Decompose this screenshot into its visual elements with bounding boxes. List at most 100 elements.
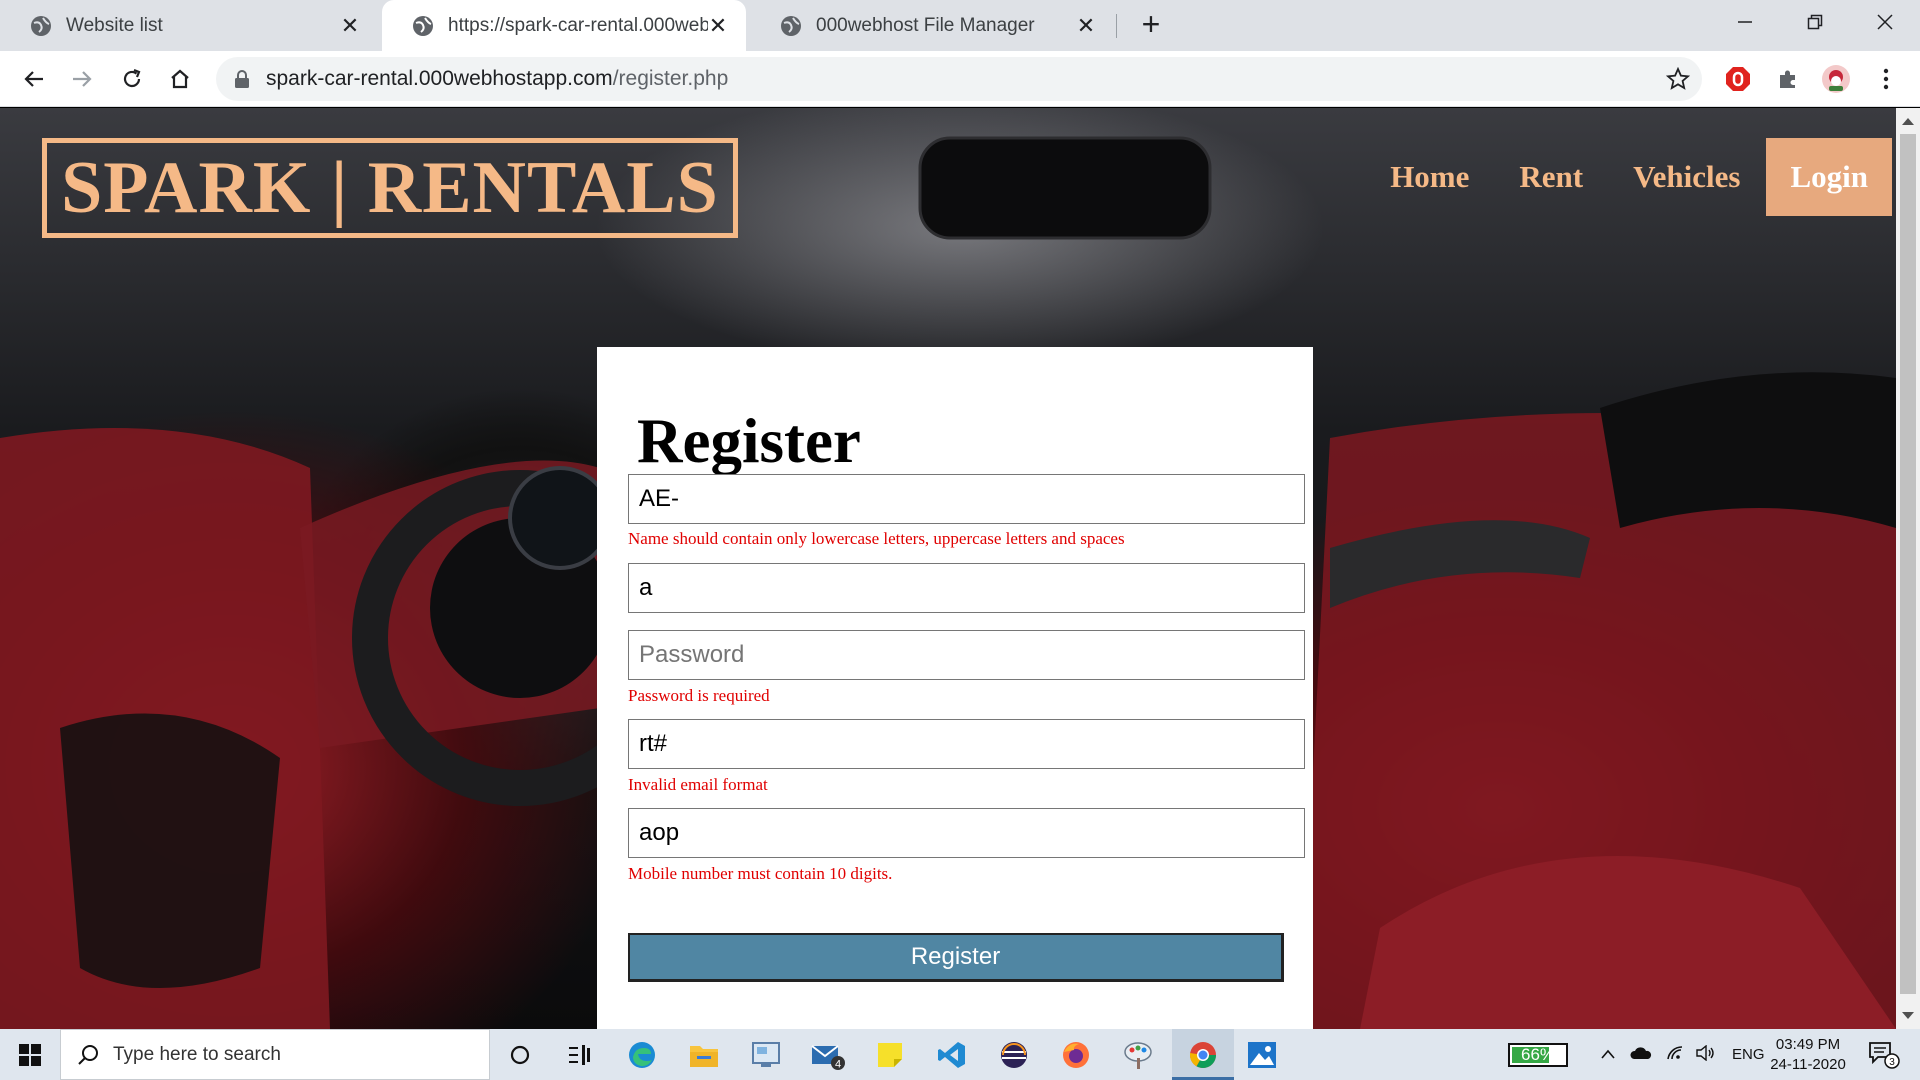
tab-strip: Website list ✕ https://spark-car-rental.… <box>0 0 1920 51</box>
close-window-button[interactable] <box>1850 0 1920 44</box>
sticky-notes-taskbar-icon[interactable] <box>872 1037 908 1073</box>
vscode-icon <box>938 1042 965 1068</box>
control-panel-taskbar-icon[interactable] <box>748 1037 784 1073</box>
scroll-thumb[interactable] <box>1900 134 1916 994</box>
photos-icon <box>1248 1042 1276 1068</box>
edge-taskbar-icon[interactable] <box>624 1037 660 1073</box>
browser-menu-button[interactable] <box>1870 63 1902 95</box>
onedrive-icon[interactable] <box>1630 1046 1652 1064</box>
page-scrollbar[interactable] <box>1896 108 1920 1029</box>
close-icon[interactable]: ✕ <box>1076 13 1096 39</box>
site-logo[interactable]: SPARK | RENTALS <box>42 138 738 238</box>
eclipse-icon <box>1001 1042 1027 1068</box>
globe-icon <box>413 15 433 36</box>
nav-home[interactable]: Home <box>1390 159 1469 195</box>
tab-title: Website list <box>66 14 163 36</box>
reload-button[interactable] <box>114 61 150 97</box>
cortana-icon <box>510 1045 530 1065</box>
chrome-taskbar-icon[interactable] <box>1185 1037 1221 1073</box>
arrow-right-icon <box>73 71 92 87</box>
chevron-up-icon[interactable] <box>1600 1046 1616 1063</box>
tab-title: 000webhost File Manager <box>816 14 1035 36</box>
extensions-button[interactable] <box>1772 63 1804 95</box>
paint-taskbar-icon[interactable] <box>1120 1037 1156 1073</box>
register-card: Register Name should contain only lowerc… <box>597 347 1313 1029</box>
battery-indicator[interactable]: 66% <box>1508 1043 1568 1067</box>
tab-title: https://spark-car-rental.000webhost <box>448 14 708 36</box>
reload-icon <box>123 68 141 88</box>
password-field[interactable] <box>628 630 1305 680</box>
taskbar-search[interactable]: Type here to search <box>60 1029 490 1080</box>
mail-icon: 4 <box>811 1045 845 1070</box>
minimize-button[interactable] <box>1710 0 1780 44</box>
restore-button[interactable] <box>1780 0 1850 44</box>
close-icon[interactable]: ✕ <box>340 13 360 39</box>
folder-icon <box>690 1046 718 1067</box>
back-button[interactable] <box>16 61 52 97</box>
lock-icon <box>235 70 249 88</box>
page-viewport: SPARK | RENTALS Home Rent Vehicles Login… <box>0 108 1896 1029</box>
close-icon[interactable]: ✕ <box>708 13 728 39</box>
page-title: Register <box>637 406 861 476</box>
control-panel-icon <box>752 1042 780 1067</box>
clock-date: 24-11-2020 <box>1770 1056 1846 1073</box>
tab-register[interactable]: https://spark-car-rental.000webhost ✕ <box>382 0 746 51</box>
task-view-button[interactable] <box>562 1037 598 1073</box>
firefox-icon <box>1063 1042 1089 1068</box>
nav-rent[interactable]: Rent <box>1519 159 1583 195</box>
globe-icon <box>31 15 51 36</box>
taskbar: Type here to search 4 66% ENG 03:49 PM 2… <box>0 1029 1920 1080</box>
task-view-icon <box>569 1045 590 1065</box>
more-vert-icon <box>1883 68 1889 90</box>
username-field[interactable] <box>628 563 1305 613</box>
edge-icon <box>629 1042 655 1068</box>
scroll-up-icon[interactable] <box>1902 118 1914 125</box>
clock-time: 03:49 PM <box>1775 1036 1841 1053</box>
name-error: Name should contain only lowercase lette… <box>628 529 1125 548</box>
tab-separator <box>1116 14 1117 38</box>
start-button[interactable] <box>0 1029 60 1080</box>
address-bar[interactable]: spark-car-rental.000webhostapp.com/regis… <box>216 57 1702 101</box>
nav-vehicles[interactable]: Vehicles <box>1633 159 1740 195</box>
system-tray: ENG <box>1600 1029 1765 1080</box>
profile-avatar[interactable] <box>1820 63 1852 95</box>
restore-icon <box>1807 14 1823 30</box>
adblock-extension-button[interactable] <box>1722 63 1754 95</box>
firefox-taskbar-icon[interactable] <box>1058 1037 1094 1073</box>
vscode-taskbar-icon[interactable] <box>934 1037 970 1073</box>
mobile-field[interactable] <box>628 808 1305 858</box>
taskbar-clock[interactable]: 03:49 PM 24-11-2020 <box>1760 1035 1856 1075</box>
home-icon <box>171 69 189 89</box>
tab-file-manager[interactable]: 000webhost File Manager ✕ <box>750 0 1114 51</box>
email-field[interactable] <box>628 719 1305 769</box>
browser-toolbar: spark-car-rental.000webhostapp.com/regis… <box>0 51 1920 107</box>
wifi-icon[interactable] <box>1666 1045 1684 1065</box>
puzzle-icon <box>1780 70 1795 88</box>
tab-website-list[interactable]: Website list ✕ <box>0 0 378 51</box>
minimize-icon <box>1738 21 1752 23</box>
url-path: /register.php <box>612 67 729 90</box>
star-icon[interactable] <box>1666 67 1690 91</box>
mail-taskbar-icon[interactable]: 4 <box>810 1037 846 1073</box>
forward-button[interactable] <box>64 61 100 97</box>
sticky-note-icon <box>878 1043 902 1067</box>
notifications-button[interactable]: 3 <box>1868 1041 1900 1074</box>
url-host: spark-car-rental.000webhostapp.com <box>266 67 613 90</box>
photos-taskbar-icon[interactable] <box>1244 1037 1280 1073</box>
scroll-down-icon[interactable] <box>1902 1012 1914 1019</box>
notification-icon: 3 <box>1869 1042 1900 1069</box>
cortana-button[interactable] <box>502 1037 538 1073</box>
notification-count: 3 <box>1889 1057 1895 1068</box>
avatar-icon <box>1822 65 1850 93</box>
home-button[interactable] <box>162 61 198 97</box>
volume-icon[interactable] <box>1696 1044 1716 1065</box>
register-button[interactable]: Register <box>628 933 1284 982</box>
site-nav: Home Rent Vehicles Login <box>1390 138 1896 216</box>
nav-login[interactable]: Login <box>1766 138 1892 216</box>
file-explorer-taskbar-icon[interactable] <box>686 1037 722 1073</box>
new-tab-button[interactable]: + <box>1136 8 1166 42</box>
eclipse-taskbar-icon[interactable] <box>996 1037 1032 1073</box>
name-field[interactable] <box>628 474 1305 524</box>
mobile-error: Mobile number must contain 10 digits. <box>628 864 893 883</box>
arrow-left-icon <box>24 71 43 87</box>
